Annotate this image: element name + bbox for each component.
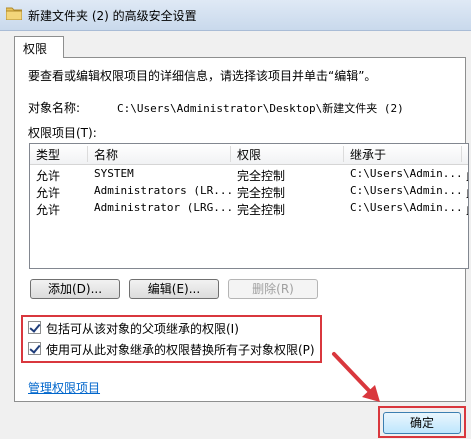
checkbox-checked[interactable]	[28, 321, 41, 334]
column-header-inherited[interactable]: 继承于	[344, 146, 462, 162]
cell-name: SYSTEM	[94, 167, 134, 180]
cell-apply: 此	[466, 184, 468, 201]
checkbox-checked[interactable]	[28, 342, 41, 355]
object-name-label: 对象名称:	[28, 101, 81, 115]
table-row[interactable]: 允许 Administrator (LRG... 完全控制 C:\Users\A…	[30, 200, 468, 217]
window-title: 新建文件夹 (2) 的高级安全设置	[28, 9, 197, 23]
cell-name: Administrator (LRG...	[94, 201, 234, 214]
list-header: 类型 名称 权限 继承于 应	[30, 144, 468, 165]
cell-apply: 此	[466, 201, 468, 218]
title-bar: 新建文件夹 (2) 的高级安全设置	[0, 0, 471, 31]
cell-permission: 完全控制	[237, 186, 286, 200]
replace-child-permissions-checkbox[interactable]: 使用可从此对象继承的权限替换所有子对象权限(P)	[28, 340, 318, 358]
cell-permission: 完全控制	[237, 169, 286, 183]
delete-button[interactable]: 删除(R)	[228, 279, 318, 299]
permission-entries-list[interactable]: 类型 名称 权限 继承于 应 允许 SYSTEM 完全控制 C:\Users\A…	[29, 143, 469, 269]
cell-type: 允许	[36, 203, 61, 217]
add-button[interactable]: 添加(D)...	[30, 279, 120, 299]
annotation-arrow-icon	[332, 352, 380, 402]
checkbox-label: 包括可从该对象的父项继承的权限(I)	[46, 322, 239, 336]
column-header-permission[interactable]: 权限	[231, 146, 344, 162]
column-header-type[interactable]: 类型	[30, 146, 88, 162]
cell-type: 允许	[36, 186, 61, 200]
object-name-value: C:\Users\Administrator\Desktop\新建文件夹 (2)	[117, 102, 404, 115]
tab-permissions[interactable]: 权限	[14, 36, 64, 58]
checkbox-label: 使用可从此对象继承的权限替换所有子对象权限(P)	[46, 343, 315, 357]
cell-name: Administrators (LR...	[94, 184, 234, 197]
column-header-apply[interactable]: 应	[462, 146, 468, 162]
cell-inherited: C:\Users\Admin...	[350, 184, 463, 197]
folder-icon	[6, 7, 22, 20]
instructions-text: 要查看或编辑权限项目的详细信息，请选择该项目并单击“编辑”。	[28, 69, 377, 83]
cell-inherited: C:\Users\Admin...	[350, 201, 463, 214]
cell-permission: 完全控制	[237, 203, 286, 217]
permission-entries-label: 权限项目(T):	[28, 126, 97, 140]
tab-label: 权限	[23, 42, 48, 56]
cell-type: 允许	[36, 169, 61, 183]
table-row[interactable]: 允许 Administrators (LR... 完全控制 C:\Users\A…	[30, 183, 468, 200]
cell-apply: 此	[466, 167, 468, 184]
inherit-permissions-checkbox[interactable]: 包括可从该对象的父项继承的权限(I)	[28, 319, 318, 337]
table-row[interactable]: 允许 SYSTEM 完全控制 C:\Users\Admin... 此	[30, 166, 468, 183]
column-header-name[interactable]: 名称	[88, 146, 231, 162]
edit-button[interactable]: 编辑(E)...	[129, 279, 219, 299]
ok-button[interactable]: 确定	[383, 412, 461, 434]
manage-permissions-link[interactable]: 管理权限项目	[28, 379, 100, 396]
cell-inherited: C:\Users\Admin...	[350, 167, 463, 180]
